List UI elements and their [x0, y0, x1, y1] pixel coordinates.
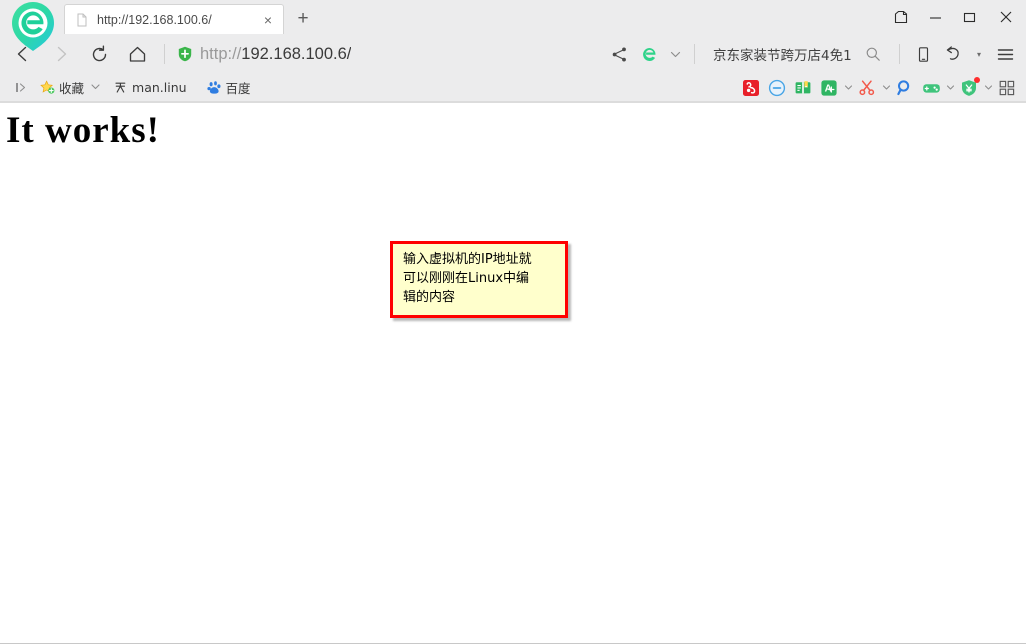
all-extensions-grid-icon[interactable]: [994, 76, 1020, 100]
extension-icons: A: [738, 76, 1020, 100]
bookmark-chevron-down-icon[interactable]: [90, 81, 101, 95]
bookmark-item-baidu[interactable]: 百度: [201, 77, 257, 99]
browser-tab[interactable]: http://192.168.100.6/ ×: [64, 4, 284, 34]
search-box[interactable]: 京东家装节跨万店4免1: [703, 39, 891, 69]
star-add-icon: [40, 80, 55, 95]
reload-button[interactable]: [80, 37, 118, 71]
browser-e-logo: [12, 2, 54, 51]
bookmark-item-man-linu[interactable]: man.linu: [107, 77, 193, 99]
dictionary-extension-icon[interactable]: [790, 76, 816, 100]
note-line: 辑的内容: [403, 290, 456, 305]
bookmark-label: man.linu: [132, 80, 187, 95]
mobile-device-icon[interactable]: [908, 37, 938, 71]
coupon-shield-extension-icon[interactable]: [956, 76, 982, 100]
scissors-caret-icon[interactable]: [880, 76, 892, 100]
green-shield-icon: [177, 46, 193, 62]
tab-close-icon[interactable]: ×: [259, 11, 277, 29]
annotation-note: 输入虚拟机的IP地址就 可以刚刚在Linux中编 辑的内容: [390, 241, 568, 318]
note-line: 输入虚拟机的IP地址就: [403, 252, 532, 267]
close-window-button[interactable]: [986, 2, 1026, 32]
toolbar-divider-2: [694, 44, 695, 64]
tab-strip: http://192.168.100.6/ × +: [0, 0, 1026, 51]
skin-theme-icon[interactable]: [884, 2, 918, 32]
maximize-button[interactable]: [952, 2, 986, 32]
undo-restore-icon[interactable]: [938, 37, 968, 71]
url-host: 192.168.100.6/: [241, 44, 352, 63]
link-icon: [113, 80, 128, 95]
bookmark-label: 收藏: [59, 81, 85, 96]
game-caret-icon[interactable]: [944, 76, 956, 100]
hamburger-menu-icon[interactable]: [990, 37, 1020, 71]
translate-extension-icon[interactable]: A: [816, 76, 842, 100]
page-content: It works! 输入虚拟机的IP地址就 可以刚刚在Linux中编 辑的内容: [0, 102, 1026, 644]
magnifier-extension-icon[interactable]: [892, 76, 918, 100]
compat-mode-chevron-down-icon[interactable]: [664, 37, 686, 71]
browser-logo: [0, 0, 64, 51]
extension-badge-dot: [974, 76, 980, 83]
baidu-paw-icon: [206, 80, 222, 95]
address-bar-url: http://192.168.100.6/: [200, 45, 351, 64]
scissors-clip-extension-icon[interactable]: [854, 76, 880, 100]
bookmarks-panel-icon[interactable]: [8, 76, 34, 100]
bookmark-item-favorites[interactable]: 收藏: [34, 77, 107, 99]
tab-title: http://192.168.100.6/: [97, 12, 212, 27]
restore-caret-icon[interactable]: ▾: [968, 37, 990, 71]
page-icon: [75, 13, 89, 27]
adblock-extension-icon[interactable]: [764, 76, 790, 100]
address-bar[interactable]: http://192.168.100.6/: [173, 37, 604, 71]
ie-compat-e-icon[interactable]: [634, 37, 664, 71]
screenshot-extension-icon[interactable]: [738, 76, 764, 100]
bookmarks-bar: 收藏 man.linu 百度 A: [0, 74, 1026, 102]
window-controls: [884, 0, 1026, 34]
navigation-toolbar: http://192.168.100.6/ 京东家装节跨万店4免1 ▾: [0, 34, 1026, 74]
toolbar-divider: [164, 44, 165, 64]
page-heading: It works!: [6, 110, 160, 151]
home-button[interactable]: [118, 37, 156, 71]
bookmark-label: 百度: [225, 81, 251, 96]
search-icon[interactable]: [859, 40, 887, 68]
url-scheme: http://: [200, 44, 242, 63]
coupon-caret-icon[interactable]: [982, 76, 994, 100]
new-tab-button[interactable]: +: [288, 4, 318, 34]
search-input[interactable]: 京东家装节跨万店4免1: [713, 44, 859, 64]
toolbar-divider-3: [899, 44, 900, 64]
browser-window: http://192.168.100.6/ × + http://192.168…: [0, 0, 1026, 644]
game-extension-icon[interactable]: [918, 76, 944, 100]
share-icon[interactable]: [604, 37, 634, 71]
note-line: 可以刚刚在Linux中编: [403, 271, 530, 286]
minimize-button[interactable]: [918, 2, 952, 32]
translate-caret-icon[interactable]: [842, 76, 854, 100]
